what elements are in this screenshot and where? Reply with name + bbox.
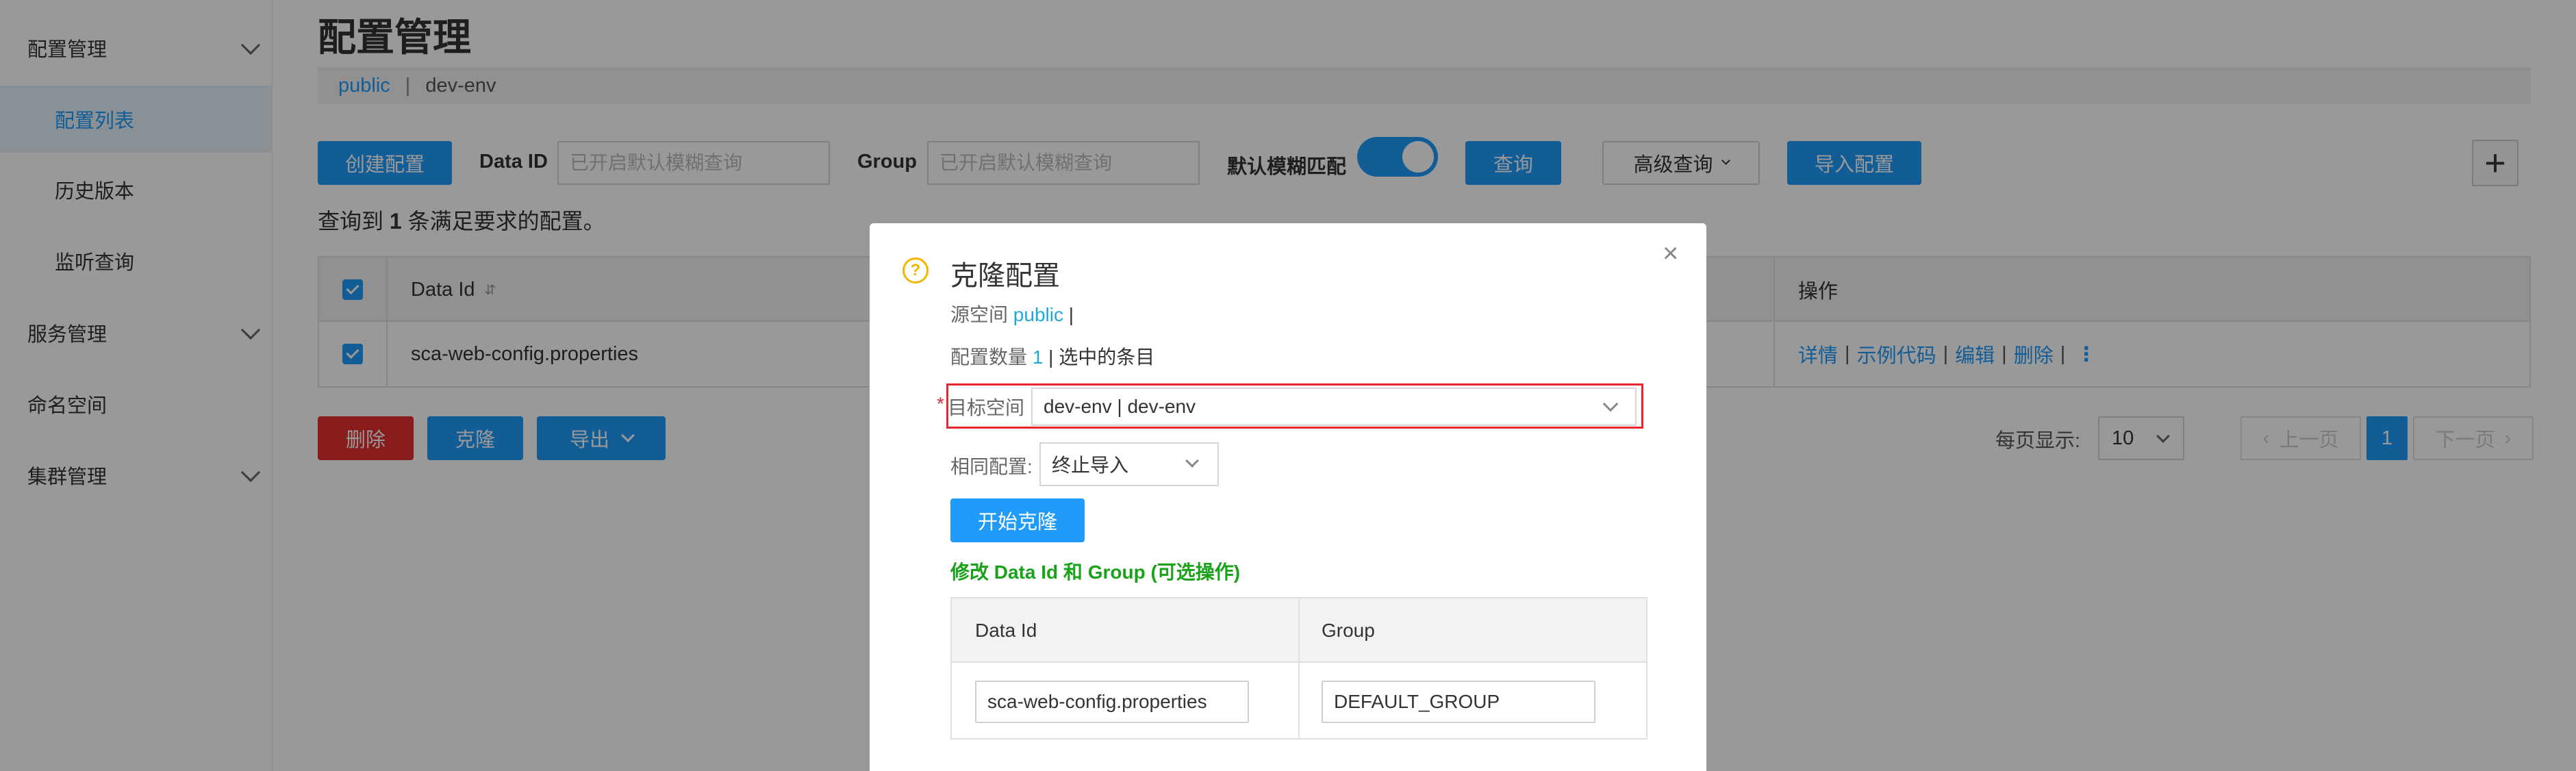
chevron-down-icon [1602,396,1619,412]
same-config-select[interactable]: 终止导入 [1039,442,1219,486]
chevron-down-icon [1185,454,1199,468]
config-count-suffix: | 选中的条目 [1048,346,1155,368]
config-count-value: 1 [1032,346,1044,368]
target-space-select[interactable]: dev-env | dev-env [1031,388,1637,426]
clone-dataid-header: Data Id [975,620,1037,641]
required-asterisk: * [937,393,944,414]
clone-config-dialog: ? 克隆配置 × 源空间 public | 配置数量 1 | 选中的条目 * 目… [870,223,1706,771]
same-config-value: 终止导入 [1052,455,1129,476]
question-icon: ? [902,257,929,283]
config-count-row: 配置数量 1 | 选中的条目 [950,342,1154,370]
target-space-value: dev-env | dev-env [1044,396,1196,417]
clone-group-input[interactable]: DEFAULT_GROUP [1322,681,1595,723]
modify-hint: 修改 Data Id 和 Group (可选操作) [950,561,1241,583]
dialog-title: 克隆配置 [950,261,1060,291]
target-space-label: 目标空间 [948,397,1025,418]
source-space-value: public [1013,304,1063,325]
source-space-row: 源空间 public | [950,300,1074,327]
start-clone-button[interactable]: 开始克隆 [950,498,1085,542]
clone-group-header: Group [1322,620,1375,641]
source-space-label: 源空间 [950,304,1009,325]
same-config-label: 相同配置: [950,456,1033,477]
source-space-suffix: | [1068,304,1074,325]
clone-edit-table: Data Id Group sca-web-config.properties … [950,597,1647,740]
clone-dataid-input[interactable]: sca-web-config.properties [975,681,1249,723]
config-count-label: 配置数量 [950,346,1028,368]
close-icon[interactable]: × [1663,238,1678,269]
column-divider [1298,598,1300,738]
